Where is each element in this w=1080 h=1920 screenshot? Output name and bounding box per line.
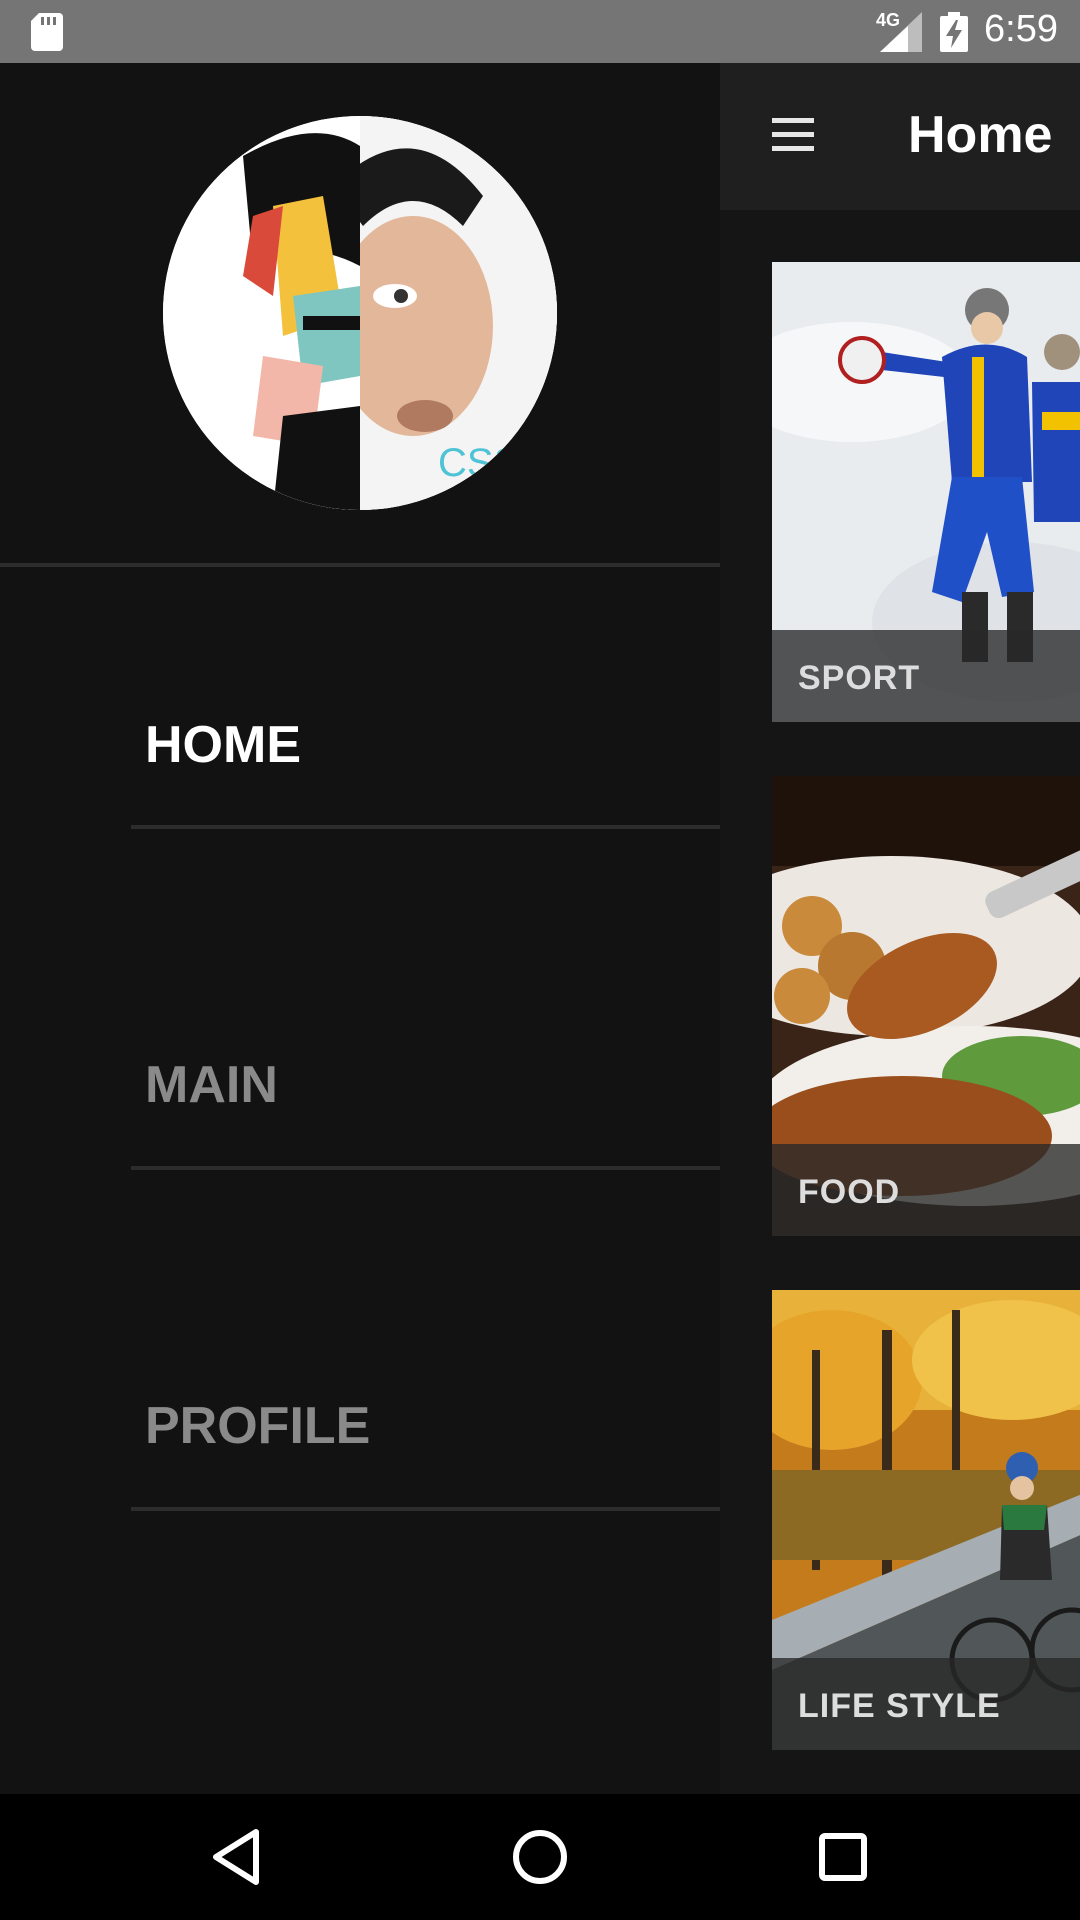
card-sport[interactable]: SPORT <box>772 262 1080 722</box>
svg-text:CSS: CSS <box>438 441 520 485</box>
avatar-image: CSS <box>163 116 557 510</box>
status-clock: 6:59 <box>984 8 1058 50</box>
battery-charging-icon <box>940 12 968 52</box>
signal-icon <box>880 12 922 52</box>
drawer-item-label: MAIN <box>145 1056 278 1114</box>
status-bar: 4G 6:59 <box>0 0 1080 63</box>
drawer-divider <box>131 1507 720 1511</box>
system-nav-bar <box>0 1794 1080 1920</box>
navigation-drawer: CSS HOME MAIN PROFILE <box>0 63 720 1794</box>
toolbar-title: Home <box>908 106 1053 164</box>
card-food[interactable]: FOOD <box>772 776 1080 1236</box>
card-life-style[interactable]: LIFE STYLE <box>772 1290 1080 1750</box>
back-icon[interactable] <box>206 1826 268 1888</box>
card-label-food: FOOD <box>798 1173 901 1211</box>
card-label-life-style: LIFE STYLE <box>798 1687 1001 1725</box>
drawer-item-label: HOME <box>145 716 301 774</box>
home-circle-icon[interactable] <box>509 1826 571 1888</box>
recents-square-icon[interactable] <box>812 1826 874 1888</box>
drawer-item-label: PROFILE <box>145 1397 371 1455</box>
sd-card-icon <box>31 13 63 51</box>
card-label-sport: SPORT <box>798 659 921 697</box>
drawer-item-main[interactable]: MAIN <box>0 829 720 1169</box>
drawer-item-profile[interactable]: PROFILE <box>0 1170 720 1510</box>
hamburger-menu-icon[interactable] <box>770 112 816 158</box>
avatar[interactable]: CSS <box>163 116 557 510</box>
